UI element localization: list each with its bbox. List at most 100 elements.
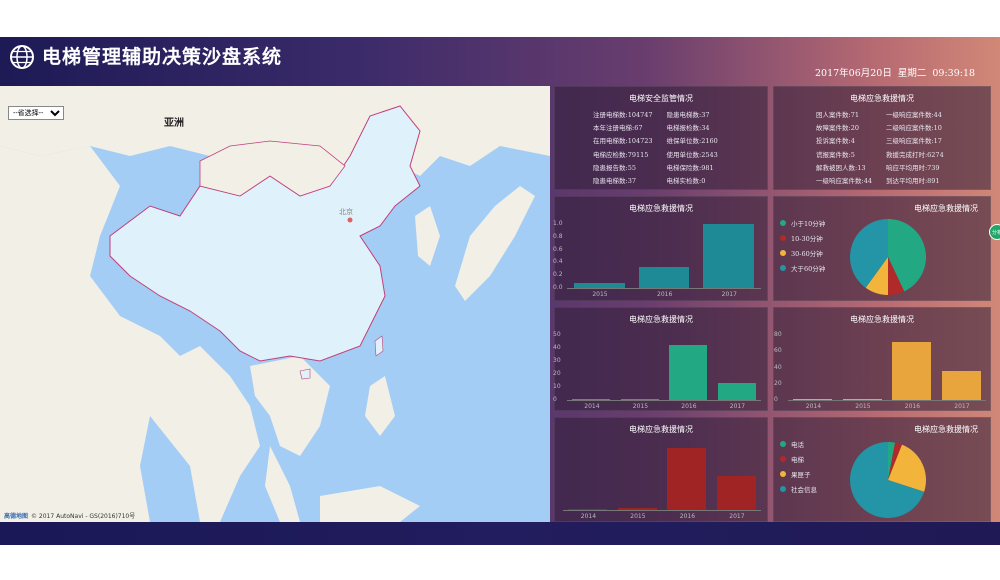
legend-label: 小于10分钟	[791, 219, 826, 228]
bar	[703, 224, 754, 288]
legend-dot-icon	[780, 470, 786, 477]
x-axis-line	[563, 510, 761, 511]
y-tick-label: 20	[774, 379, 782, 387]
y-tick-label: 0	[774, 396, 778, 403]
province-select[interactable]: --省选择--	[8, 106, 64, 120]
legend-label: 10-30分钟	[791, 234, 823, 243]
y-tick-label: 10	[553, 383, 561, 390]
y-tick-label: 0	[553, 396, 557, 403]
legend-dot-icon	[780, 249, 786, 256]
stat-item: 使用单位数:2543	[666, 150, 718, 159]
legend-item[interactable]: 社会信息	[780, 481, 817, 496]
stat-item: 投诉案件数:4	[816, 137, 855, 146]
bar	[667, 447, 707, 510]
panel-title: 电梯应急救援情况	[850, 94, 914, 103]
chart-title: 电梯应急救援情况	[914, 204, 978, 213]
continent-label: 亚洲	[164, 118, 184, 129]
rescue-stats-panel: 电梯应急救援情况 困人案件数:71 一级响应案件数:44 故障案件数:20 二级响应案…	[773, 86, 991, 190]
panel-title: 电梯安全监管情况	[629, 94, 693, 103]
stat-item: 本年注册电梯:67	[593, 124, 643, 133]
y-tick-label: 0.4	[553, 258, 563, 266]
y-tick-label: 80	[774, 331, 782, 338]
y-tick-label: 0.2	[553, 271, 563, 279]
pie-chart-1	[850, 219, 926, 295]
bar	[717, 383, 756, 400]
stat-item: 维保单位数:2160	[666, 137, 718, 146]
legend-item[interactable]: 30-60分钟	[780, 245, 825, 260]
x-tick-label: 2016	[679, 513, 696, 520]
analysis-toggle-button[interactable]: 分析	[989, 224, 1000, 240]
chart-panel-4: 电梯应急救援情况 0 20 40 60 80 2014 2015 2016 2017	[773, 307, 991, 411]
stat-item: 电梯报检数:34	[666, 124, 710, 133]
x-tick-label: 2016	[657, 291, 673, 298]
stat-item: 隐患报告数:55	[593, 163, 636, 172]
y-tick-label: 40	[553, 344, 561, 351]
x-axis-line	[567, 400, 761, 401]
x-tick-label: 2016	[681, 403, 697, 410]
bar	[892, 342, 932, 400]
chart-title: 电梯应急救援情况	[629, 425, 693, 434]
stat-item: 在用电梯数:104723	[593, 137, 653, 146]
stat-item: 电梯保险数:981	[666, 163, 714, 172]
globe-logo-icon	[10, 45, 34, 69]
legend-label: 大于60分钟	[791, 264, 826, 273]
legend-dot-icon	[780, 440, 786, 447]
bar	[638, 266, 690, 288]
bar	[669, 345, 708, 400]
stat-item: 一级响应案件数:44	[885, 111, 942, 119]
legend-label: 电梯	[791, 455, 804, 464]
legend-label: 果匣子	[791, 470, 811, 479]
pie-legend-1: 小于10分钟 10-30分钟 30-60分钟 大于60分钟	[780, 215, 825, 275]
rescue-stats: 困人案件数:71 一级响应案件数:44 故障案件数:20 二级响应案件数:10 投诉案件…	[816, 109, 944, 185]
y-tick-label: 60	[774, 347, 782, 355]
legend-item[interactable]: 大于60分钟	[780, 260, 825, 275]
stat-item: 一级响应案件数:44	[816, 176, 872, 185]
legend-label: 社会信息	[791, 485, 817, 494]
stat-item: 电梯应检数:79115	[593, 150, 649, 159]
stat-item: 解救被困人数:13	[816, 163, 866, 172]
x-tick-label: 2015	[630, 513, 646, 520]
legend-item[interactable]: 电话	[780, 436, 817, 451]
stat-item: 困人案件数:71	[816, 111, 859, 119]
legend-dot-icon	[780, 219, 786, 226]
map-canvas[interactable]	[0, 86, 550, 522]
bar	[716, 476, 756, 510]
legend-item[interactable]: 小于10分钟	[780, 215, 825, 230]
chart-panel-5: 电梯应急救援情况 2014 2015 2016 2017	[554, 417, 768, 522]
x-tick-label: 2014	[580, 513, 597, 520]
y-tick-label: 0.8	[553, 232, 563, 240]
x-tick-label: 2016	[904, 403, 921, 410]
x-tick-label: 2015	[855, 403, 871, 410]
pie-legend-2: 电话电梯果匣子社会信息	[780, 436, 817, 496]
x-tick-label: 2015	[632, 403, 649, 410]
capital-label: 北京	[339, 208, 353, 216]
y-tick-label: 30	[553, 357, 561, 364]
bar	[941, 370, 981, 400]
chart-panel-6: 电梯应急救援情况 电话电梯果匣子社会信息	[773, 417, 991, 522]
y-tick-label: 20	[553, 370, 561, 377]
chart-title: 电梯应急救援情况	[629, 315, 693, 324]
legend-item[interactable]: 10-30分钟	[780, 230, 825, 245]
chart-title: 电梯应急救援情况	[914, 425, 978, 434]
x-tick-label: 2014	[584, 403, 600, 410]
chart-title: 电梯应急救援情况	[850, 315, 914, 324]
legend-item[interactable]: 电梯	[780, 451, 817, 466]
map-credit: 高德地图 © 2017 AutoNavi - GS(2016)710号	[4, 511, 135, 520]
y-tick-label: 0.6	[553, 245, 563, 253]
supervision-stats: 注册电梯数:104747 隐患电梯数:37 本年注册电梯:67 电梯报检数:34 在用电…	[593, 109, 718, 185]
supervision-panel: 电梯安全监管情况 注册电梯数:104747 隐患电梯数:37 本年注册电梯:67 电梯…	[554, 86, 768, 190]
stat-item: 救援完成打时:6274	[885, 150, 944, 159]
legend-item[interactable]: 果匣子	[780, 466, 817, 481]
bottom-bar	[0, 522, 1000, 545]
stat-item: 隐患电梯数:37	[593, 176, 636, 185]
stat-item: 谎报案件数:5	[816, 150, 855, 159]
chart-title: 电梯应急救援情况	[629, 204, 693, 213]
x-tick-label: 2017	[729, 513, 745, 520]
x-tick-label: 2017	[721, 291, 737, 298]
chart-panel-3: 电梯应急救援情况 0 10 20 30 40 50 2014 2015 2016 2017	[553, 307, 768, 411]
x-tick-label: 2014	[805, 403, 822, 410]
legend-label: 30-60分钟	[791, 249, 823, 258]
date-text: 2017年06月20日	[815, 68, 892, 79]
china-map[interactable]	[0, 86, 550, 522]
weekday-text: 星期二	[897, 68, 927, 79]
